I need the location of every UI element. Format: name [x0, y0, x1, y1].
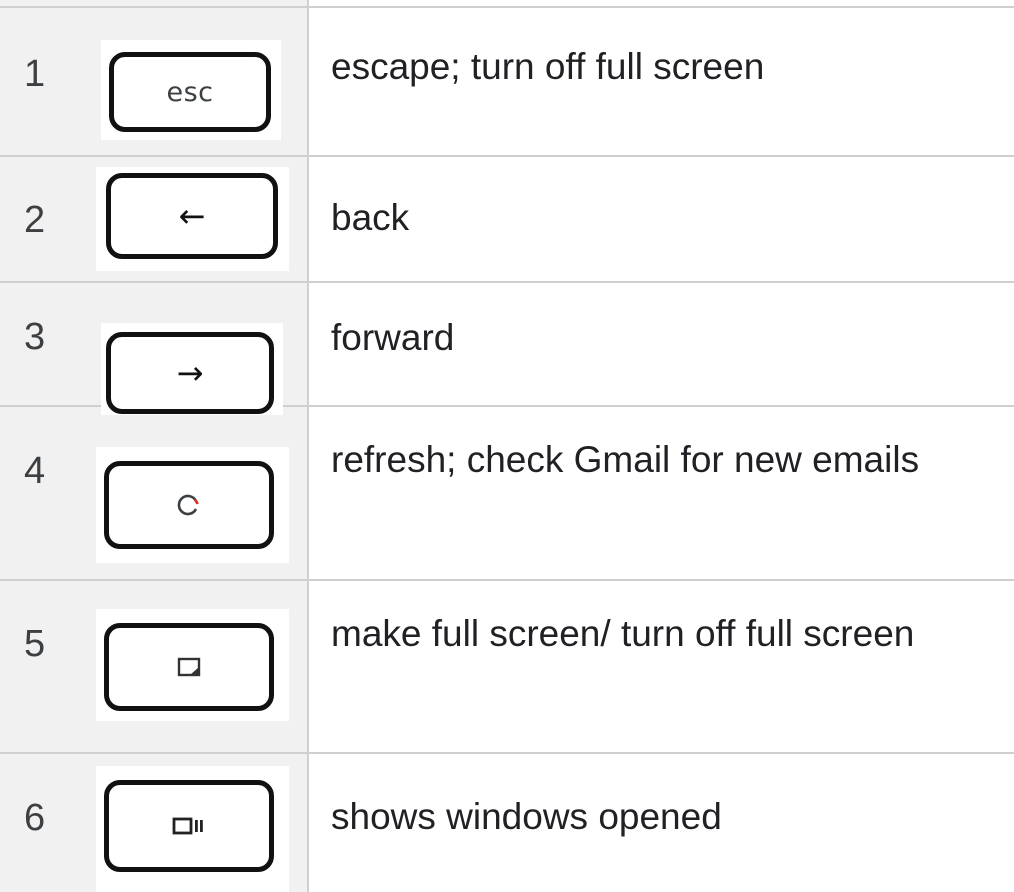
show-windows-icon: [172, 817, 203, 835]
row-description: escape; turn off full screen: [331, 46, 765, 87]
refresh-icon: [177, 494, 199, 516]
table-row: 5 make full screen/ turn off full screen: [0, 579, 1014, 752]
back-key: ←: [106, 173, 278, 259]
refresh-key: [104, 461, 274, 549]
forward-key: →: [106, 332, 274, 414]
row-number: 3: [24, 316, 46, 358]
row-number: 6: [24, 797, 46, 839]
row-description: make full screen/ turn off full screen: [331, 613, 915, 654]
table-row: 2 ← back: [0, 155, 1014, 281]
table-row: 4 refresh; check Gmail for new emails: [0, 405, 1014, 579]
row-description: back: [331, 197, 410, 238]
table-row: 3 → forward: [0, 281, 1014, 415]
table-row: 1 esc escape; turn off full screen: [0, 0, 1014, 155]
row-description: forward: [331, 317, 455, 358]
row-number: 5: [24, 623, 46, 665]
fullscreen-key: [104, 623, 274, 711]
row-number: 1: [24, 53, 46, 95]
row-description: shows windows opened: [331, 796, 722, 837]
forward-arrow-icon: →: [176, 354, 204, 392]
esc-key-label: esc: [166, 76, 214, 108]
row-number: 4: [24, 450, 46, 492]
row-description: refresh; check Gmail for new emails: [331, 439, 920, 480]
show-windows-key: [104, 780, 274, 872]
table-row: 6 shows windows opened: [0, 752, 1014, 892]
row-number: 2: [24, 199, 46, 241]
esc-key: esc: [109, 52, 271, 132]
fullscreen-icon: [177, 657, 201, 677]
back-arrow-icon: ←: [178, 197, 206, 235]
